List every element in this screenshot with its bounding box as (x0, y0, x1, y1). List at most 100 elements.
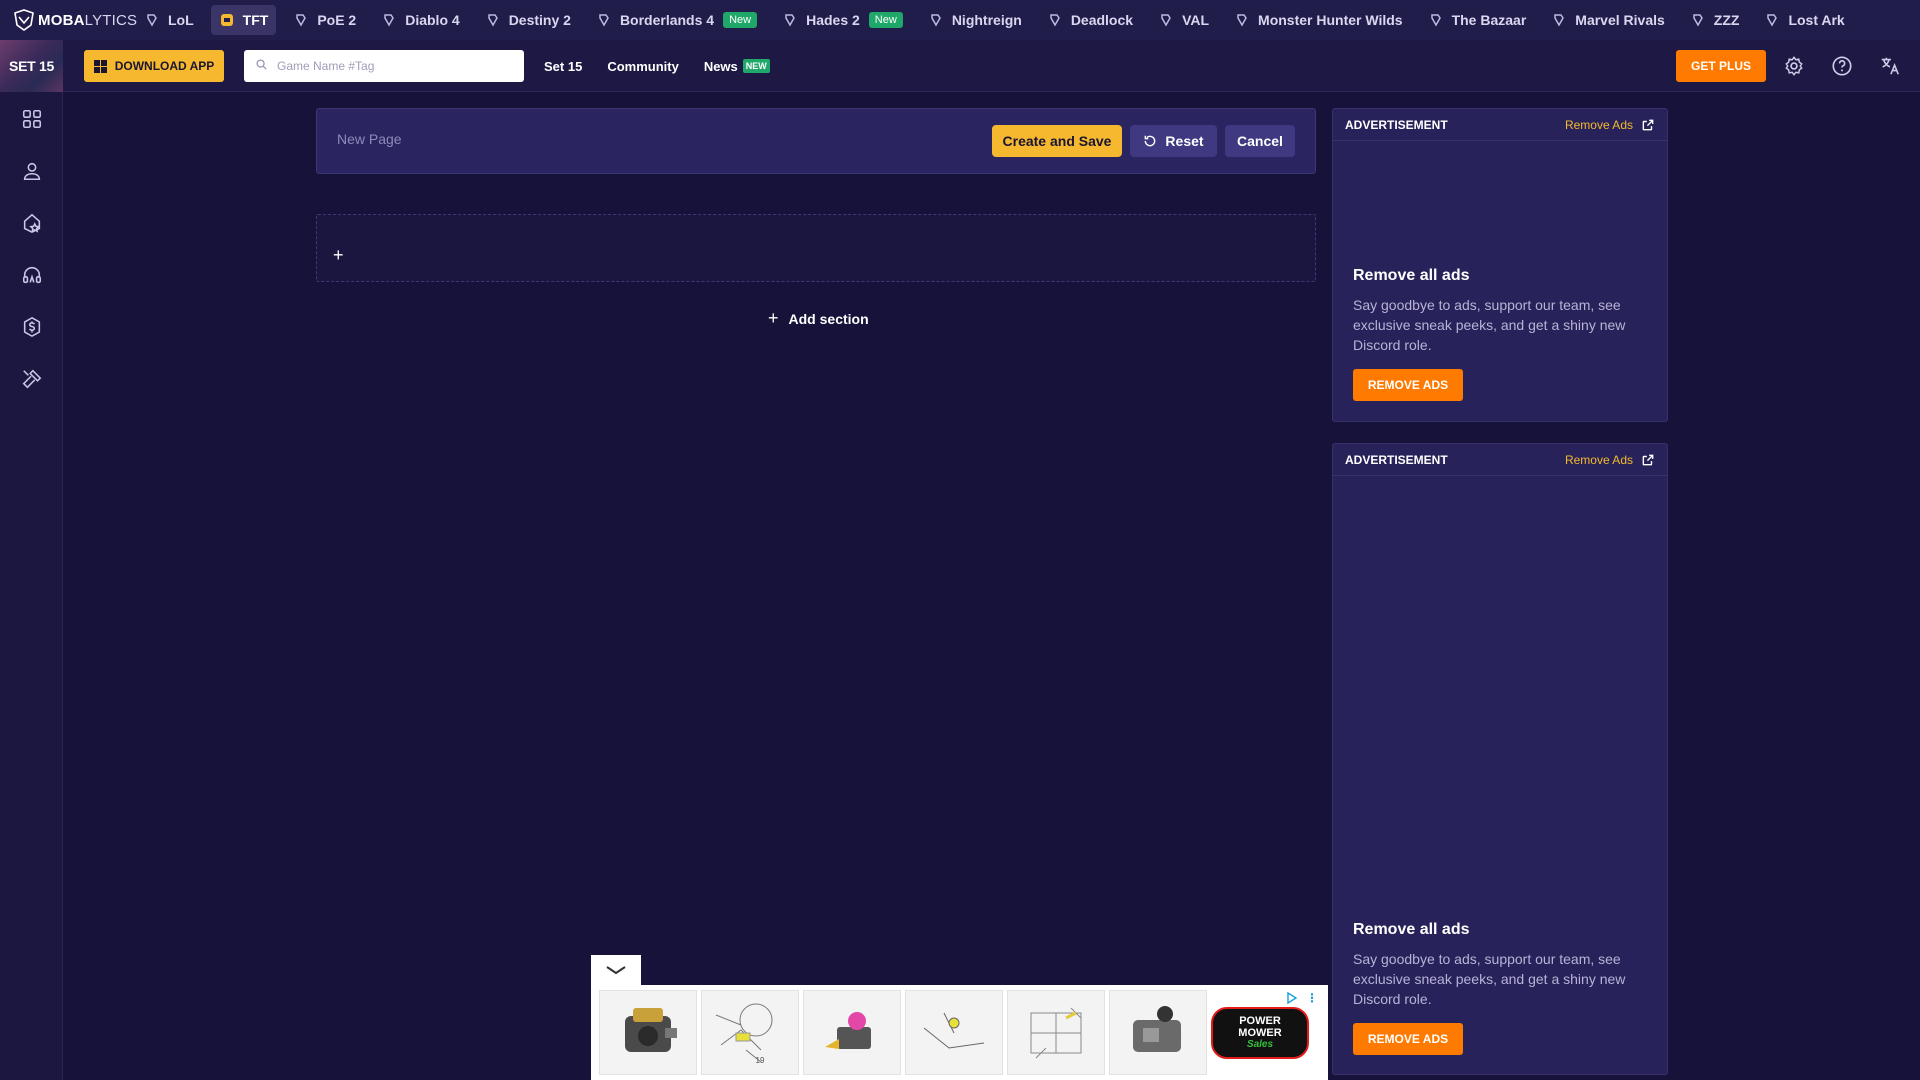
collapse-banner-button[interactable] (591, 955, 641, 985)
game-tab-destiny-2[interactable]: Destiny 2 (477, 5, 579, 35)
add-section-button[interactable]: + Add section (768, 308, 869, 329)
game-tab-the-bazaar[interactable]: The Bazaar (1420, 5, 1535, 35)
reset-icon (1143, 134, 1157, 148)
kebab-menu-icon: ⋮ (1306, 991, 1318, 1005)
deadlock-icon (1047, 12, 1063, 28)
lost-ark-icon (1764, 12, 1780, 28)
ad-text: Say goodbye to ads, support our team, se… (1353, 297, 1626, 353)
diagram-icon[interactable] (1007, 990, 1105, 1075)
nav-set-15[interactable]: Set 15 (544, 59, 582, 74)
set-tile-label: SET 15 (9, 58, 54, 74)
remove-ads-button-label: REMOVE ADS (1367, 378, 1449, 392)
ad-header: ADVERTISEMENT Remove Ads (1333, 444, 1667, 476)
game-tab-tft[interactable]: TFT (210, 5, 277, 35)
diablo4-icon (381, 12, 397, 28)
nightreign-icon (928, 12, 944, 28)
create-and-save-button[interactable]: Create and Save (992, 125, 1122, 157)
destiny2-icon (485, 12, 501, 28)
game-tab-label: VAL (1182, 12, 1210, 28)
game-tab-zzz[interactable]: ZZZ (1682, 5, 1748, 35)
search-icon (256, 57, 267, 75)
search-input[interactable] (277, 59, 507, 73)
game-tab-lost-ark[interactable]: Lost Ark (1756, 5, 1852, 35)
search-box[interactable] (244, 50, 524, 82)
game-tab-label: Monster Hunter Wilds (1258, 12, 1403, 28)
game-tab-val[interactable]: VAL (1150, 5, 1217, 35)
remove-ads-link[interactable]: Remove Ads (1565, 453, 1655, 467)
game-tab-poe-2[interactable]: PoE 2 (285, 5, 364, 35)
help-icon[interactable] (1830, 54, 1854, 78)
language-icon[interactable] (1878, 54, 1902, 78)
download-app-button[interactable]: DOWNLOAD APP (84, 50, 224, 82)
carburetor-icon[interactable] (803, 990, 901, 1075)
hades2-icon (782, 12, 798, 28)
game-tab-nightreign[interactable]: Nightreign (920, 5, 1030, 35)
remove-ads-link-label: Remove Ads (1564, 117, 1633, 132)
external-link-icon (1642, 454, 1654, 465)
grid-icon[interactable] (19, 106, 45, 132)
reset-button[interactable]: Reset (1130, 125, 1217, 157)
headset-icon[interactable] (19, 262, 45, 288)
game-tab-label: Deadlock (1070, 12, 1134, 28)
diagram-icon[interactable] (905, 990, 1003, 1075)
remove-ads-button[interactable]: REMOVE ADS (1353, 369, 1463, 401)
download-app-label: DOWNLOAD APP (114, 59, 215, 73)
remove-ads-button[interactable]: REMOVE ADS (1353, 1023, 1463, 1055)
coin-icon[interactable] (19, 314, 45, 340)
nav-news[interactable]: News NEW (704, 59, 770, 74)
ad-header: ADVERTISEMENT Remove Ads (1333, 109, 1667, 141)
page-editor-header: New Page Create and Save Reset Cancel (316, 108, 1316, 174)
ad-choices[interactable]: ⋮ (1286, 991, 1318, 1005)
page-title-input[interactable]: New Page (337, 131, 402, 147)
bazaar-icon (1428, 12, 1444, 28)
new-badge: New (723, 12, 758, 28)
section-nav: Set 15 Community News NEW (544, 40, 795, 92)
game-tab-lol[interactable]: LoL (136, 5, 202, 35)
game-tab-label: PoE 2 (317, 12, 357, 28)
windows-icon (93, 59, 107, 73)
game-tab-diablo-4[interactable]: Diablo 4 (373, 5, 467, 35)
side-rail (0, 92, 63, 1080)
add-block-button[interactable]: + (333, 245, 344, 266)
ad-label: ADVERTISEMENT (1345, 452, 1448, 467)
settings-gear-icon[interactable] (1782, 54, 1806, 78)
ad-panel-top: ADVERTISEMENT Remove Ads Remove all ads … (1332, 108, 1668, 422)
plus-icon: + (768, 308, 779, 328)
game-tab-label: Diablo 4 (405, 12, 460, 28)
game-tab-monster-hunter-wilds[interactable]: Monster Hunter Wilds (1226, 5, 1411, 35)
empty-section: + (316, 214, 1316, 282)
game-tab-borderlands-4[interactable]: Borderlands 4 New (588, 5, 765, 35)
new-badge: New (868, 12, 903, 28)
game-tab-marvel-rivals[interactable]: Marvel Rivals (1543, 5, 1673, 35)
ad-promo: Remove all ads Say goodbye to ads, suppo… (1353, 267, 1653, 401)
champion-icon[interactable] (19, 210, 45, 236)
tools-icon[interactable] (19, 366, 45, 392)
ad-title: Remove all ads (1353, 267, 1470, 284)
marvel-rivals-icon (1551, 12, 1567, 28)
poe2-icon (293, 12, 309, 28)
get-plus-label: GET PLUS (1690, 59, 1751, 73)
game-tab-label: ZZZ (1713, 12, 1740, 28)
bottom-banner-ad[interactable]: 19 POWER MOWER Sales ⋮ (591, 985, 1328, 1080)
diagram-icon[interactable]: 19 (701, 990, 799, 1075)
set-15-tile[interactable]: SET 15 (0, 40, 63, 92)
zzz-icon (1690, 12, 1706, 28)
logo-text: MOBALYTICS (38, 11, 138, 29)
add-section-label: Add section (788, 310, 869, 327)
ad-label: ADVERTISEMENT (1345, 117, 1448, 132)
mobalytics-logo[interactable]: MOBALYTICS (0, 0, 138, 40)
nav-community[interactable]: Community (607, 59, 679, 74)
game-tab-label: LoL (168, 12, 194, 28)
cancel-button[interactable]: Cancel (1225, 125, 1295, 157)
get-plus-button[interactable]: GET PLUS (1676, 50, 1766, 82)
chevron-down-icon (606, 966, 626, 975)
reset-label: Reset (1165, 133, 1204, 149)
engine-icon[interactable] (599, 990, 697, 1075)
logo-top-text: POWER MOWER (1238, 1014, 1282, 1039)
game-tab-hades-2[interactable]: Hades 2 New (774, 5, 911, 35)
remove-ads-link[interactable]: Remove Ads (1565, 118, 1655, 132)
engine-icon[interactable] (1109, 990, 1207, 1075)
profile-icon[interactable] (19, 158, 45, 184)
game-tab-label: Borderlands 4 (619, 12, 715, 28)
game-tab-deadlock[interactable]: Deadlock (1039, 5, 1141, 35)
